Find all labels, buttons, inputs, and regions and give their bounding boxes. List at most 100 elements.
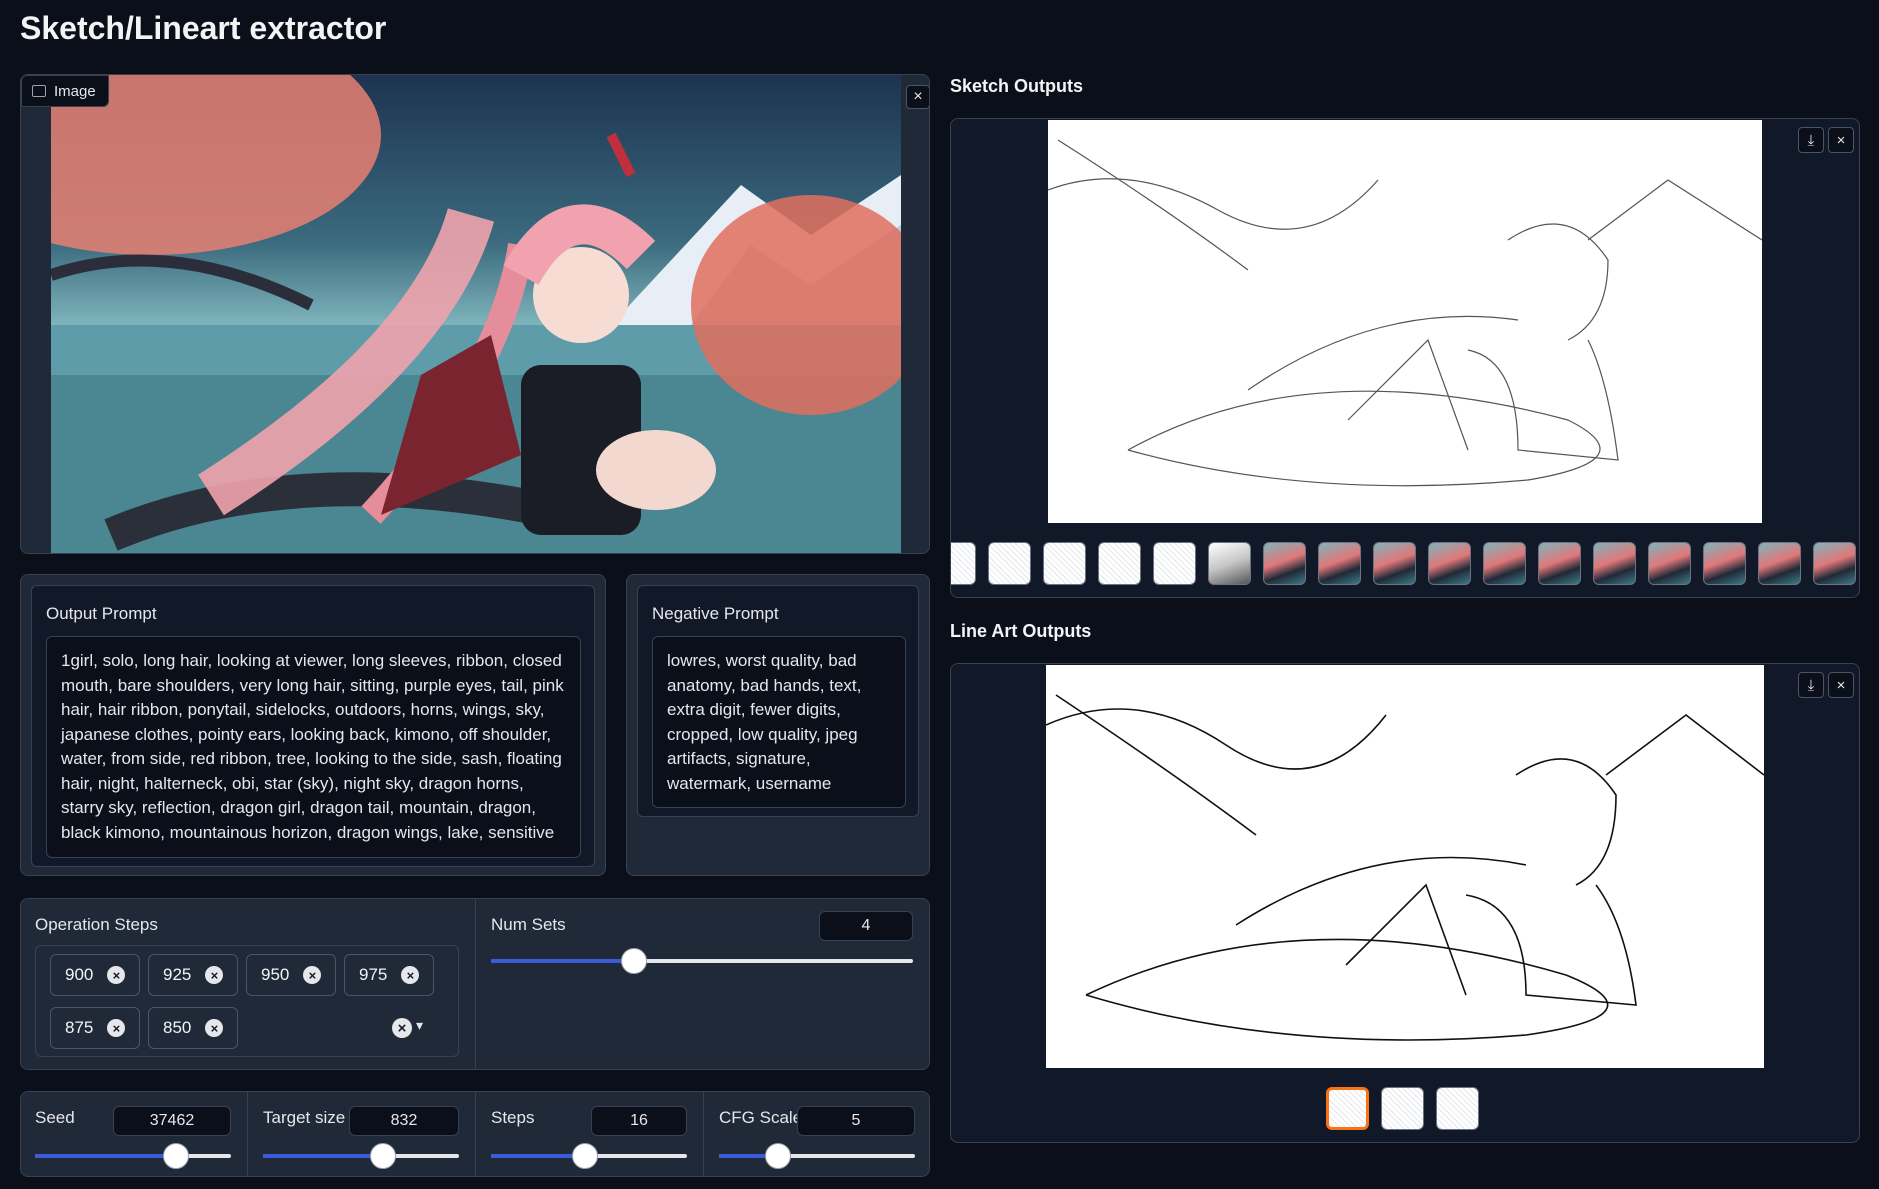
thumbnail[interactable] bbox=[1428, 542, 1471, 585]
remove-tag-icon[interactable]: × bbox=[205, 966, 224, 984]
download-icon: ⤓ bbox=[1807, 676, 1815, 694]
thumbnail[interactable] bbox=[1758, 542, 1801, 585]
target-size-slider[interactable] bbox=[263, 1143, 459, 1169]
slider-handle[interactable] bbox=[764, 1143, 791, 1169]
thumbnail[interactable] bbox=[1483, 542, 1526, 585]
thumbnail[interactable] bbox=[1208, 542, 1251, 585]
thumbnail[interactable] bbox=[1593, 542, 1636, 585]
remove-tag-icon[interactable]: × bbox=[107, 966, 126, 984]
slider-handle[interactable] bbox=[572, 1143, 599, 1169]
thumbnail[interactable] bbox=[1538, 542, 1581, 585]
divider bbox=[475, 899, 476, 1069]
steps-panel: Operation Steps 900 × 925 × 950 × 975 × 875 ×… bbox=[20, 898, 930, 1070]
output-prompt-block: Output Prompt 1girl, solo, long hair, lo… bbox=[31, 585, 595, 867]
thumbnail[interactable] bbox=[1703, 542, 1746, 585]
params-panel: Seed 37462 Target size 832 Steps 16 CFG … bbox=[20, 1091, 930, 1177]
target-size-label: Target size bbox=[263, 1108, 346, 1127]
seed-input[interactable]: 37462 bbox=[113, 1106, 231, 1136]
sketch-outputs-gallery[interactable]: ⤓ × bbox=[950, 118, 1860, 598]
thumbnail[interactable] bbox=[1043, 542, 1086, 585]
slider-fill bbox=[491, 1154, 586, 1158]
tag-975[interactable]: 975 × bbox=[344, 954, 435, 996]
slider-fill bbox=[263, 1154, 383, 1158]
sketch-outputs-heading: Sketch Outputs bbox=[950, 76, 1084, 96]
slider-fill bbox=[491, 959, 635, 963]
tag-850[interactable]: 850 × bbox=[148, 1007, 239, 1049]
cfg-scale-slider[interactable] bbox=[719, 1143, 915, 1169]
input-image-art bbox=[51, 75, 901, 553]
chevron-down-icon[interactable]: ▾ bbox=[416, 1017, 423, 1034]
thumbnail-selected[interactable] bbox=[1326, 1087, 1369, 1130]
slider-handle[interactable] bbox=[621, 948, 648, 974]
thumbnail[interactable] bbox=[1318, 542, 1361, 585]
steps-input[interactable]: 16 bbox=[591, 1106, 687, 1136]
sketch-thumbnails bbox=[951, 542, 1856, 585]
download-sketch-button[interactable]: ⤓ bbox=[1798, 127, 1824, 153]
divider bbox=[475, 1092, 476, 1176]
close-icon: × bbox=[1836, 676, 1846, 694]
target-size-input[interactable]: 832 bbox=[349, 1106, 459, 1136]
slider-fill bbox=[35, 1154, 177, 1158]
slider-handle[interactable] bbox=[163, 1143, 190, 1169]
steps-slider[interactable] bbox=[491, 1143, 687, 1169]
close-lineart-button[interactable]: × bbox=[1828, 672, 1854, 698]
input-image bbox=[51, 75, 901, 553]
close-icon: × bbox=[1836, 131, 1846, 149]
negative-prompt-panel: Negative Prompt lowres, worst quality, b… bbox=[626, 574, 930, 876]
divider bbox=[247, 1092, 248, 1176]
output-prompt-panel: Output Prompt 1girl, solo, long hair, lo… bbox=[20, 574, 606, 876]
divider bbox=[703, 1092, 704, 1176]
sketch-preview-art bbox=[1047, 139, 1763, 487]
image-label: Image bbox=[21, 75, 109, 107]
negative-prompt-textarea[interactable]: lowres, worst quality, bad anatomy, bad … bbox=[652, 636, 906, 808]
steps-label: Steps bbox=[491, 1108, 535, 1127]
seed-slider[interactable] bbox=[35, 1143, 231, 1169]
image-input[interactable]: Image × bbox=[20, 74, 930, 554]
thumbnail[interactable] bbox=[1373, 542, 1416, 585]
thumbnail[interactable] bbox=[988, 542, 1031, 585]
remove-tag-icon[interactable]: × bbox=[401, 966, 420, 984]
tag-label: 950 bbox=[261, 965, 290, 984]
clear-image-button[interactable]: × bbox=[906, 85, 929, 109]
operation-steps-label: Operation Steps bbox=[35, 915, 158, 934]
sketch-preview bbox=[1047, 120, 1763, 523]
download-icon: ⤓ bbox=[1807, 131, 1815, 149]
close-sketch-button[interactable]: × bbox=[1828, 127, 1854, 153]
image-label-text: Image bbox=[54, 82, 96, 100]
num-sets-input[interactable]: 4 bbox=[819, 911, 913, 941]
seed-label: Seed bbox=[35, 1108, 75, 1127]
tag-label: 850 bbox=[163, 1018, 192, 1037]
cfg-scale-label: CFG Scale bbox=[719, 1108, 803, 1127]
tag-label: 875 bbox=[65, 1018, 94, 1037]
thumbnail[interactable] bbox=[1263, 542, 1306, 585]
download-lineart-button[interactable]: ⤓ bbox=[1798, 672, 1824, 698]
thumbnail[interactable] bbox=[1098, 542, 1141, 585]
clear-all-icon[interactable]: × bbox=[392, 1018, 412, 1038]
cfg-scale-input[interactable]: 5 bbox=[797, 1106, 915, 1136]
thumbnail[interactable] bbox=[951, 542, 976, 585]
close-icon: × bbox=[913, 88, 923, 105]
operation-steps-dropdown[interactable]: 900 × 925 × 950 × 975 × 875 × 850 × × ▾ bbox=[35, 945, 459, 1057]
num-sets-slider[interactable] bbox=[491, 948, 913, 974]
thumbnail[interactable] bbox=[1381, 1087, 1424, 1130]
thumbnail[interactable] bbox=[1648, 542, 1691, 585]
tag-label: 975 bbox=[359, 965, 388, 984]
remove-tag-icon[interactable]: × bbox=[205, 1019, 224, 1037]
thumbnail[interactable] bbox=[1153, 542, 1196, 585]
slider-handle[interactable] bbox=[369, 1143, 396, 1169]
thumbnail[interactable] bbox=[1436, 1087, 1479, 1130]
lineart-outputs-gallery[interactable]: ⤓ × bbox=[950, 663, 1860, 1143]
remove-tag-icon[interactable]: × bbox=[107, 1019, 126, 1037]
tag-label: 900 bbox=[65, 965, 94, 984]
remove-tag-icon[interactable]: × bbox=[303, 966, 322, 984]
num-sets-label: Num Sets bbox=[491, 915, 566, 934]
output-prompt-textarea[interactable]: 1girl, solo, long hair, looking at viewe… bbox=[46, 636, 581, 858]
tag-900[interactable]: 900 × bbox=[50, 954, 141, 996]
tag-label: 925 bbox=[163, 965, 192, 984]
lineart-outputs-heading: Line Art Outputs bbox=[950, 621, 1092, 641]
negative-prompt-block: Negative Prompt lowres, worst quality, b… bbox=[637, 585, 919, 817]
tag-925[interactable]: 925 × bbox=[148, 954, 239, 996]
tag-950[interactable]: 950 × bbox=[246, 954, 337, 996]
thumbnail[interactable] bbox=[1813, 542, 1856, 585]
tag-875[interactable]: 875 × bbox=[50, 1007, 141, 1049]
